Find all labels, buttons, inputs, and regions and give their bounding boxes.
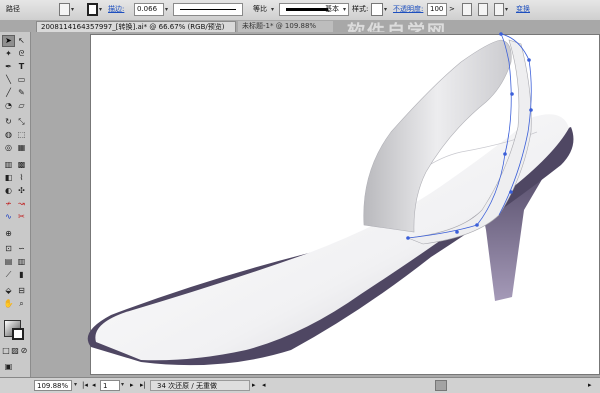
bar-graph-icon[interactable]: ▮ (16, 270, 27, 280)
scale-icon[interactable]: ⤡ (16, 117, 27, 127)
gradient-icon[interactable]: ◧ (3, 173, 14, 183)
prev-artboard-icon[interactable]: ◂ (92, 380, 96, 391)
shoe-artwork[interactable] (31, 32, 600, 377)
pen-icon[interactable]: ✒ (3, 62, 14, 72)
blob-brush-icon[interactable]: ◔ (3, 101, 14, 111)
reference-dropdown-icon[interactable]: ▾ (505, 3, 508, 16)
magic-wand-icon[interactable]: ✦ (3, 49, 14, 59)
pencil-icon[interactable]: ✎ (16, 88, 27, 98)
symbol-sprayer-icon[interactable]: ✣ (16, 186, 27, 196)
zoom-dropdown-icon[interactable]: ▾ (74, 379, 77, 390)
zoom-icon[interactable]: ⌕ (16, 299, 27, 309)
style-dropdown-icon[interactable]: ▾ (384, 3, 387, 16)
line-icon[interactable]: ╲ (3, 75, 14, 85)
mesh-icon[interactable]: ▩ (16, 160, 27, 170)
opacity-field[interactable]: 100 (427, 3, 447, 16)
status-menu-icon[interactable]: ▸ (252, 380, 256, 391)
variable-width-profile[interactable] (173, 3, 243, 16)
artboard-dropdown-icon[interactable]: ▾ (121, 379, 124, 390)
transform-link[interactable]: 变换 (516, 3, 530, 16)
none-mode-icon[interactable]: ⊘ (20, 346, 28, 356)
direct-selection-icon[interactable]: ↖ (16, 36, 27, 46)
selection-arrow-icon[interactable]: ➤ (2, 35, 15, 47)
shape-builder-icon[interactable]: ◎ (3, 143, 14, 153)
eyedropper-icon[interactable]: ⌇ (16, 173, 27, 183)
status-bar: 109.88% ▾ |◂ ◂ 1 ▾ ▸ ▸| 34 次还原 / 无重做 ▸ ◂… (0, 377, 600, 393)
zoom-field[interactable]: 109.88% (34, 380, 72, 391)
scissors-icon[interactable]: ✂ (16, 212, 27, 222)
stroke-dropdown-icon[interactable]: ▾ (99, 3, 102, 16)
reshape-icon[interactable]: ≁ (3, 199, 14, 209)
graphic-style-swatch[interactable] (371, 3, 383, 16)
color-mode-icon[interactable]: □ (2, 346, 10, 356)
fill-swatch[interactable] (59, 3, 70, 16)
bezier-icon[interactable]: ∽ (16, 244, 27, 254)
lasso-icon[interactable]: ᘓ (16, 49, 27, 59)
control-bar: 路径 ▾ ▾ 描边: 0.066 ▾ 等比 ▾ 基本 ▾ 样式: ▾ 不透明度:… (0, 0, 600, 21)
opacity-link[interactable]: 不透明度: (393, 3, 423, 16)
curvature-icon[interactable]: ∿ (3, 212, 14, 222)
horizontal-scrollbar-thumb[interactable] (435, 380, 447, 391)
scroll-right-icon[interactable]: ▸ (588, 380, 592, 391)
gradient-mode-icon[interactable]: ▨ (11, 346, 19, 356)
screen-mode-icon[interactable]: ▣ (3, 362, 14, 372)
free-transform-icon[interactable]: ⬚ (16, 130, 27, 140)
type-icon[interactable]: T (16, 62, 27, 72)
profile-label: 等比 (253, 5, 267, 13)
scroll-left-icon[interactable]: ◂ (262, 380, 266, 391)
brush-label: 基本 (325, 5, 339, 13)
style-label: 样式: (352, 5, 369, 13)
live-paint-icon[interactable]: ▦ (16, 143, 27, 153)
paintbrush-icon[interactable]: ╱ (3, 88, 14, 98)
stroke-swatch[interactable] (87, 3, 98, 16)
document-tabs: 2008114164357997_[转换].ai* @ 66.67% (RGB/… (0, 20, 600, 32)
opacity-flyout[interactable]: > (449, 3, 455, 16)
measure-icon[interactable]: ⊟ (16, 286, 27, 296)
eraser-icon[interactable]: ▱ (16, 101, 27, 111)
stroke-weight-field[interactable]: 0.066 (134, 3, 164, 16)
last-artboard-icon[interactable]: ▸| (140, 380, 146, 391)
recolor-artwork-icon[interactable] (462, 3, 472, 16)
rotate-icon[interactable]: ↻ (3, 117, 14, 127)
crosshair-icon[interactable]: ⊕ (3, 229, 14, 239)
tools-panel: ➤ ↖ ✦ ᘓ ✒ T ╲ ▭ ╱ ✎ ◔ ▱ ↻ ⤡ ◍ ⬚ ◎ ▦ ▥ ▩ … (0, 32, 31, 378)
first-artboard-icon[interactable]: |◂ (82, 380, 88, 391)
align-icon[interactable] (478, 3, 488, 16)
document-canvas[interactable] (31, 32, 600, 377)
blend-icon[interactable]: ◐ (3, 186, 14, 196)
graph-icon[interactable]: ▤ (3, 257, 14, 267)
artboard-number-field[interactable]: 1 (100, 380, 120, 391)
brush-dropdown-icon[interactable]: ▾ (343, 3, 346, 16)
slice-icon[interactable]: ⟋ (3, 270, 14, 280)
hand-icon[interactable]: ✋ (3, 299, 14, 309)
reference-point-icon[interactable] (494, 3, 504, 16)
paint-bucket-icon[interactable]: ⬙ (3, 286, 14, 296)
perspective-grid-icon[interactable]: ▥ (3, 160, 14, 170)
stroke-link[interactable]: 描边: (108, 3, 124, 16)
tab-untitled-document[interactable]: 未标题-1* @ 109.88% (238, 21, 333, 32)
fill-dropdown-icon[interactable]: ▾ (71, 3, 74, 16)
warp-icon[interactable]: ◍ (3, 130, 14, 140)
rectangle-icon[interactable]: ▭ (16, 75, 27, 85)
profile-dropdown-icon[interactable]: ▾ (271, 3, 274, 16)
width-icon[interactable]: ↝ (16, 199, 27, 209)
stroke-weight-dropdown-icon[interactable]: ▾ (165, 3, 168, 16)
stroke-color-icon[interactable] (12, 328, 24, 340)
next-artboard-icon[interactable]: ▸ (130, 380, 134, 391)
artboard-icon[interactable]: ⊡ (3, 244, 14, 254)
history-status: 34 次还原 / 无重做 (150, 380, 250, 391)
column-graph-icon[interactable]: ▥ (16, 257, 27, 267)
tab-active-document[interactable]: 2008114164357997_[转换].ai* @ 66.67% (RGB/… (36, 21, 236, 32)
path-label: 路径 (6, 5, 20, 13)
